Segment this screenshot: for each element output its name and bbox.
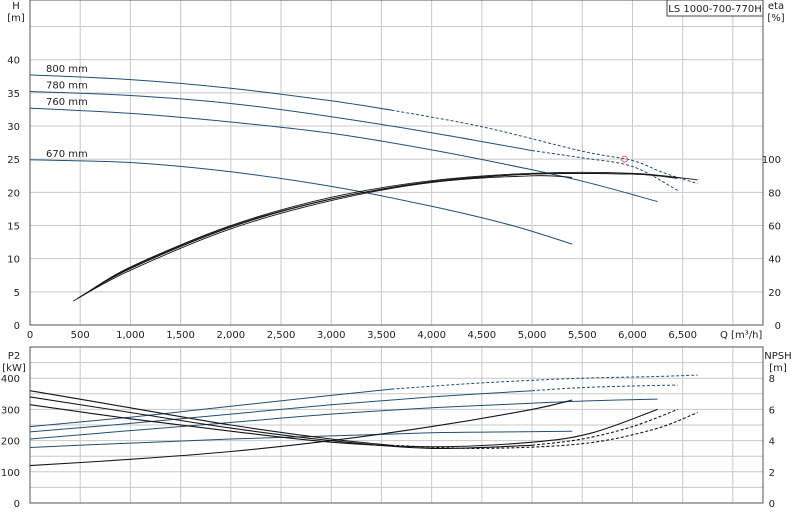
bottom-left-axis-unit: [kW] [2, 363, 26, 374]
npsh-tick-label: 0 [769, 499, 775, 510]
head-tick-label: 40 [7, 56, 20, 67]
npsh-tick-label: 6 [769, 405, 775, 416]
efficiency-curve-solid [72, 175, 573, 302]
head-curve-dashed [532, 150, 678, 191]
x-tick-label: 2,000 [217, 330, 246, 341]
power-tick-label: 100 [1, 468, 20, 479]
top-frame [29, 0, 764, 326]
top-grid [29, 0, 764, 326]
head-tick-label: 10 [7, 255, 20, 266]
eta-tick-label: 40 [768, 255, 781, 266]
x-tick-label: 6,500 [668, 330, 697, 341]
head-curve-label: 760 mm [46, 97, 88, 108]
power-tick-label: 200 [1, 437, 20, 448]
npsh-curve-dashed [391, 411, 698, 449]
x-tick-label: 1,000 [116, 330, 145, 341]
eta-tick-label: 20 [768, 288, 781, 299]
power-tick-label: 0 [14, 499, 20, 510]
head-tick-label: 30 [7, 122, 20, 133]
npsh-tick-label: 2 [769, 468, 775, 479]
head-curve-label: 800 mm [46, 64, 88, 75]
bottom-left-axis-title: P2 [8, 351, 20, 362]
x-tick-label: 0 [27, 330, 33, 341]
top-left-axis-unit: [m] [7, 13, 25, 24]
bottom-right-axis-unit: [m] [769, 363, 787, 374]
npsh-curve-solid [29, 390, 392, 446]
head-curve-solid [29, 159, 573, 245]
top-left-axis-title: H [12, 1, 20, 12]
x-tick-label: 5,500 [568, 330, 597, 341]
efficiency-curve-solid [82, 171, 698, 296]
head-tick-label: 5 [14, 288, 20, 299]
power-curve-solid [29, 388, 392, 428]
bottom-right-axis-title: NPSH [764, 351, 791, 362]
head-tick-label: 35 [7, 89, 20, 100]
head-curve-label: 780 mm [46, 81, 88, 92]
power-tick-label: 300 [1, 405, 20, 416]
top-right-axis-unit: [%] [767, 13, 784, 24]
eta-tick-label: 100 [762, 155, 781, 166]
x-tick-label: 4,500 [468, 330, 497, 341]
head-curve-label: 670 mm [46, 149, 88, 160]
head-tick-label: 15 [7, 222, 20, 233]
bottom-grid [29, 346, 764, 504]
power-tick-label: 400 [1, 374, 20, 385]
pump-curve-chart: 800 mm 780 mm 760 mm 670 mm 0 500 1,000 1,500 2… [0, 0, 800, 520]
head-tick-label: 25 [7, 155, 20, 166]
power-curve-dashed [532, 384, 678, 392]
x-tick-label: 6,000 [618, 330, 647, 341]
x-tick-label: 500 [71, 330, 90, 341]
x-tick-label: 3,000 [317, 330, 346, 341]
power-curve-solid [29, 398, 658, 440]
eta-tick-label: 0 [775, 321, 781, 332]
npsh-tick-label: 4 [769, 437, 775, 448]
x-tick-label: 5,000 [518, 330, 547, 341]
x-axis-label: Q [m³/h] [720, 330, 762, 341]
top-right-axis-title: eta [768, 1, 784, 12]
pump-curve-svg: 800 mm780 mm760 mm670 mm 0 500 1,000 1,500 2… [1, 0, 792, 510]
x-tick-label: 3,500 [367, 330, 396, 341]
eta-tick-label: 60 [768, 222, 781, 233]
axis-labels: 0 500 1,000 1,500 2,000 2,500 3,000 3,500 4,000 4… [1, 56, 781, 510]
x-tick-label: 2,500 [267, 330, 296, 341]
model-label: LS 1000-700-770H [668, 4, 761, 15]
eta-tick-label: 80 [768, 188, 781, 199]
head-tick-label: 0 [14, 321, 20, 332]
npsh-tick-label: 8 [769, 374, 775, 385]
x-tick-label: 1,500 [166, 330, 195, 341]
x-tick-label: 4,000 [417, 330, 446, 341]
head-tick-label: 20 [7, 188, 20, 199]
power-curve-dashed [391, 374, 698, 390]
